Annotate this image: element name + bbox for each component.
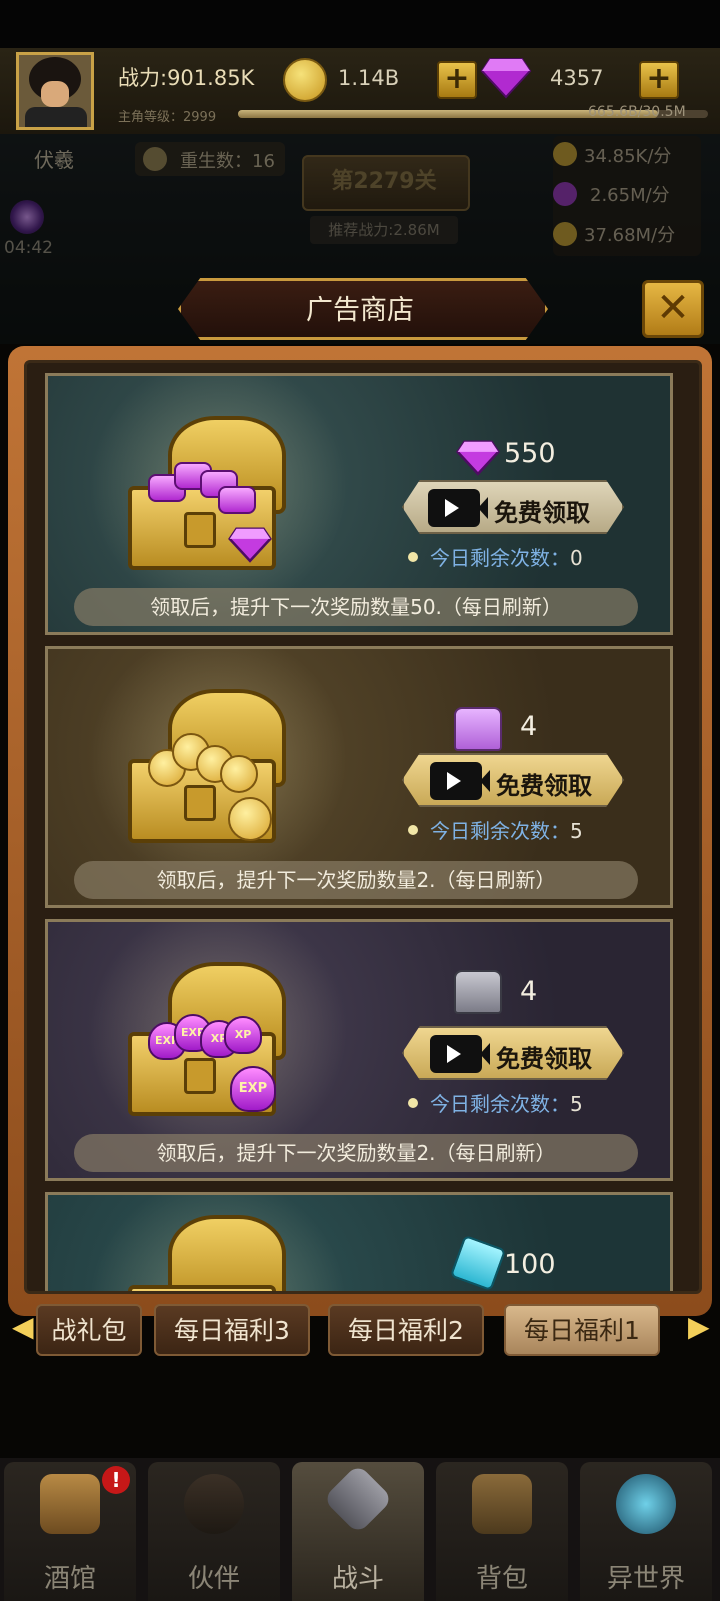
claim-label: 免费领取 (496, 772, 592, 800)
claim-label: 免费领取 (496, 1045, 592, 1073)
gem-icon (480, 58, 532, 99)
gold-value: 1.14B (338, 66, 400, 90)
exp-value: 665.6B/30.5M (588, 104, 686, 120)
nav-partners[interactable]: 伙伴 (148, 1462, 280, 1601)
exp-chest-icon: EXP EXP XP XP EXP (128, 962, 288, 1116)
gold-chest-reward-icon (454, 707, 502, 751)
tab-next-icon[interactable]: ▶ (688, 1310, 710, 1343)
nav-label: 异世界 (606, 1564, 685, 1594)
video-icon (428, 489, 488, 527)
reward-note: 领取后，提升下一次奖励数量2.（每日刷新） (74, 861, 638, 899)
nav-bag[interactable]: 背包 (436, 1462, 568, 1601)
player-avatar[interactable] (16, 52, 94, 130)
tab-daily-welfare-3[interactable]: 每日福利3 (154, 1304, 310, 1356)
add-gem-button[interactable]: + (639, 61, 679, 99)
remaining-count: 今日剩余次数：0 (430, 546, 583, 570)
partner-icon (184, 1474, 244, 1534)
crystal-chest-icon (128, 1215, 288, 1291)
tab-daily-welfare-1[interactable]: 每日福利1 (504, 1304, 660, 1356)
shop-card-gems: 550 免费领取 今日剩余次数：0 领取后，提升下一次奖励数量50.（每日刷新） (45, 373, 673, 635)
reward-note: 领取后，提升下一次奖励数量50.（每日刷新） (74, 588, 638, 626)
shop-title: 广告商店 (306, 295, 414, 326)
nav-label: 战斗 (331, 1564, 384, 1594)
reward-amount: 100 (504, 1249, 556, 1280)
free-claim-button[interactable]: 免费领取 (402, 1026, 624, 1080)
tab-prev-icon[interactable]: ◀ (12, 1310, 34, 1343)
shop-card-crystal: 100 (45, 1192, 673, 1291)
nav-label: 酒馆 (43, 1564, 96, 1594)
claim-label: 免费领取 (494, 499, 590, 527)
tab-battle-pack[interactable]: 战礼包 (36, 1304, 142, 1356)
top-header (0, 48, 720, 134)
nav-label: 背包 (475, 1564, 528, 1594)
gold-chest-icon (128, 689, 288, 843)
crystal-icon (449, 1234, 507, 1291)
exp-chest-reward-icon (454, 970, 502, 1014)
status-bar (0, 0, 720, 48)
remaining-count: 今日剩余次数：5 (430, 1092, 583, 1116)
nav-other-world[interactable]: 异世界 (580, 1462, 712, 1601)
reward-note: 领取后，提升下一次奖励数量2.（每日刷新） (74, 1134, 638, 1172)
portal-icon (616, 1474, 676, 1534)
gold-coin-icon (283, 58, 327, 102)
video-icon (430, 1035, 490, 1073)
backpack-icon (472, 1474, 532, 1534)
beer-mug-icon (40, 1474, 100, 1534)
reward-amount: 4 (520, 711, 538, 742)
free-claim-button[interactable]: 免费领取 (402, 753, 624, 807)
notification-badge: ! (102, 1466, 130, 1494)
tab-daily-welfare-2[interactable]: 每日福利2 (328, 1304, 484, 1356)
shop-list[interactable]: 550 免费领取 今日剩余次数：0 领取后，提升下一次奖励数量50.（每日刷新）… (24, 360, 702, 1294)
level-label: 主角等级：2999 (118, 110, 217, 125)
power-value: 战力:901.85K (118, 66, 255, 90)
reward-amount: 4 (520, 976, 538, 1007)
shop-card-gold: 4 免费领取 今日剩余次数：5 领取后，提升下一次奖励数量2.（每日刷新） (45, 646, 673, 908)
video-icon (430, 762, 490, 800)
reward-amount: 550 (504, 438, 556, 469)
gem-value: 4357 (550, 66, 604, 90)
free-claim-button[interactable]: 免费领取 (402, 480, 624, 534)
gem-icon (456, 440, 500, 476)
gem-chest-icon (128, 416, 288, 570)
shop-card-exp: EXP EXP XP XP EXP 4 免费领取 今日剩余次数：5 领取后，提升… (45, 919, 673, 1181)
crossed-swords-icon (322, 1463, 394, 1535)
nav-battle[interactable]: 战斗 (292, 1462, 424, 1601)
add-gold-button[interactable]: + (437, 61, 477, 99)
nav-label: 伙伴 (187, 1564, 240, 1594)
remaining-count: 今日剩余次数：5 (430, 819, 583, 843)
close-icon[interactable]: ✕ (642, 280, 704, 338)
